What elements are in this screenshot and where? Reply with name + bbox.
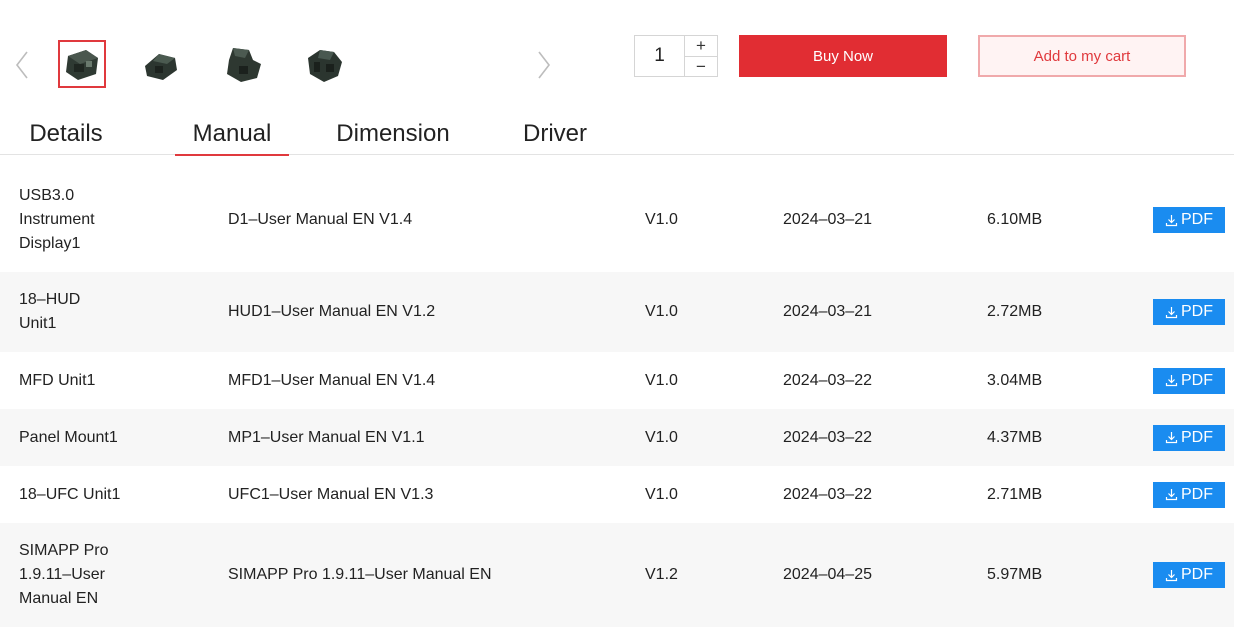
add-to-cart-button[interactable]: Add to my cart (978, 35, 1186, 77)
pdf-download-button[interactable]: PDF (1153, 299, 1225, 325)
pdf-download-button[interactable]: PDF (1153, 207, 1225, 233)
download-icon (1165, 569, 1178, 581)
manual-file-name: SIMAPP Pro 1.9.11–User Manual EN (228, 566, 492, 583)
pdf-download-label: PDF (1181, 303, 1213, 320)
manual-date: 2024–03–21 (783, 211, 872, 228)
manual-file-size: 4.37MB (987, 428, 1043, 446)
manual-file-size: 2.72MB (987, 303, 1043, 320)
manual-date: 2024–04–25 (783, 566, 872, 583)
product-name: 18–UFC Unit1 (19, 485, 121, 503)
manual-version: V1.0 (645, 428, 678, 446)
download-icon (1165, 306, 1178, 318)
manual-file-size: 5.97MB (987, 566, 1043, 583)
pdf-download-button[interactable]: PDF (1153, 367, 1225, 394)
manual-version: V1.0 (645, 303, 678, 320)
download-icon (1165, 375, 1178, 387)
pdf-download-label: PDF (1181, 566, 1213, 583)
product-thumbnail-2[interactable] (137, 40, 185, 88)
chevron-right-icon (538, 51, 551, 79)
product-thumbnail-3[interactable] (219, 40, 267, 88)
product-device-image (66, 50, 98, 80)
product-name: Panel Mount1 (19, 428, 118, 446)
manual-version: V1.0 (645, 371, 678, 389)
product-device-image (227, 48, 261, 82)
pdf-download-label: PDF (1181, 371, 1213, 389)
manual-file-size: 6.10MB (987, 211, 1043, 228)
pdf-download-button[interactable]: PDF (1153, 424, 1225, 451)
manual-file-size: 3.04MB (987, 371, 1043, 389)
pdf-download-label: PDF (1181, 485, 1213, 503)
download-icon (1165, 432, 1178, 444)
product-name: SIMAPP Pro 1.9.11–User Manual EN (19, 542, 109, 607)
tab-manual[interactable]: Manual (175, 120, 289, 156)
download-icon (1165, 214, 1178, 226)
manual-version: V1.0 (645, 211, 678, 228)
gallery-next-arrow[interactable] (536, 48, 552, 82)
product-name: 18–HUD Unit1 (19, 291, 81, 332)
manual-version: V1.0 (645, 485, 678, 503)
download-icon (1165, 489, 1178, 501)
manual-file-name: D1–User Manual EN V1.4 (228, 211, 413, 228)
pdf-download-button[interactable]: PDF (1153, 562, 1225, 588)
product-thumbnail-1[interactable] (58, 40, 106, 88)
product-purchase-bar: + − Buy Now Add to my cart (0, 0, 1234, 110)
manual-date: 2024–03–22 (783, 485, 872, 503)
table-row: MFD Unit1 MFD1–User Manual EN V1.4 V1.0 … (0, 352, 1234, 409)
manual-date: 2024–03–21 (783, 303, 872, 320)
tab-details[interactable]: Details (25, 120, 107, 155)
quantity-stepper: + − (634, 35, 718, 77)
manual-file-size: 2.71MB (987, 485, 1043, 503)
manual-table: USB3.0 Instrument Display1 D1–User Manua… (0, 168, 1234, 627)
pdf-download-label: PDF (1181, 428, 1213, 446)
manual-date: 2024–03–22 (783, 371, 872, 389)
product-tabs: Details Manual Dimension Driver (0, 110, 1234, 156)
product-name: MFD Unit1 (19, 371, 96, 389)
product-device-image (308, 50, 342, 82)
tab-driver[interactable]: Driver (519, 120, 591, 155)
manual-date: 2024–03–22 (783, 428, 872, 446)
table-row: USB3.0 Instrument Display1 D1–User Manua… (0, 168, 1234, 272)
manual-file-name: MFD1–User Manual EN V1.4 (228, 371, 436, 389)
tab-dimension[interactable]: Dimension (331, 120, 455, 155)
pdf-download-label: PDF (1181, 211, 1213, 228)
quantity-step-buttons: + − (685, 36, 717, 76)
table-row: 18–HUD Unit1 HUD1–User Manual EN V1.2 V1… (0, 272, 1234, 352)
table-row: 18–UFC Unit1 UFC1–User Manual EN V1.3 V1… (0, 466, 1234, 523)
table-row: Panel Mount1 MP1–User Manual EN V1.1 V1.… (0, 409, 1234, 466)
product-thumbnail-4[interactable] (300, 40, 348, 88)
quantity-increase-button[interactable]: + (685, 36, 717, 57)
pdf-download-button[interactable]: PDF (1153, 481, 1225, 508)
manual-file-name: UFC1–User Manual EN V1.3 (228, 485, 434, 503)
manual-file-name: MP1–User Manual EN V1.1 (228, 428, 425, 446)
product-name: USB3.0 Instrument Display1 (19, 187, 95, 252)
quantity-input[interactable] (635, 36, 685, 76)
buy-now-button[interactable]: Buy Now (739, 35, 947, 77)
gallery-prev-arrow[interactable] (14, 48, 30, 82)
manual-file-name: HUD1–User Manual EN V1.2 (228, 303, 436, 320)
product-device-image (145, 54, 177, 80)
manual-version: V1.2 (645, 566, 678, 583)
quantity-decrease-button[interactable]: − (685, 57, 717, 77)
table-row: SIMAPP Pro 1.9.11–User Manual EN SIMAPP … (0, 523, 1234, 627)
chevron-left-icon (15, 51, 28, 79)
